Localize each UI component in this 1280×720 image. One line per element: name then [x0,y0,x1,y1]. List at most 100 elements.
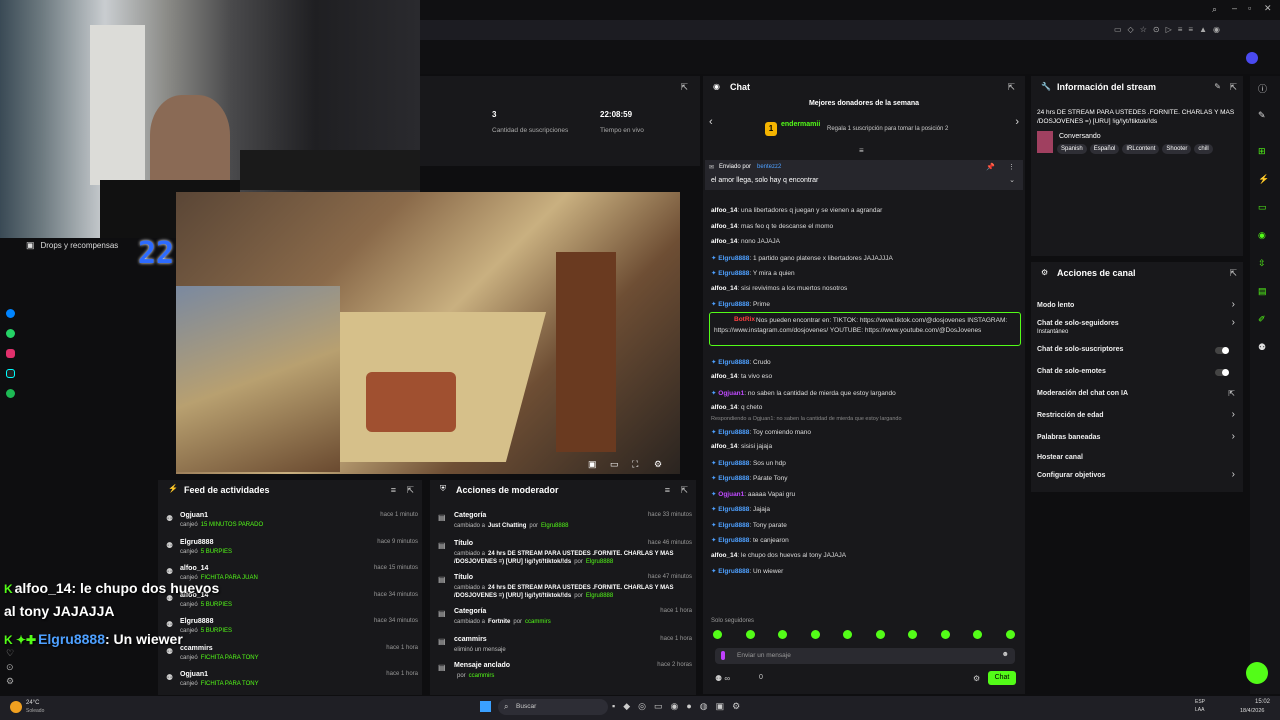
feed-user[interactable]: ccammirs [180,645,213,652]
emoji-icon[interactable]: ☻ [1002,651,1009,658]
emote-icon[interactable] [810,630,820,639]
send-chat-button[interactable]: Chat [988,671,1016,685]
wrench-icon[interactable]: ✎ [1258,110,1266,121]
channel-action-item[interactable]: Restricción de edad › [1031,409,1243,424]
list-icon[interactable]: ▤ [1258,286,1267,297]
users-icon[interactable]: ⚉ [1258,342,1266,353]
chat-username[interactable]: Ogjuan1 [718,491,744,498]
chat-username[interactable]: alfoo_14 [711,443,737,450]
chat-username[interactable]: Elgru8888 [718,429,749,436]
unpin-icon[interactable]: 📌 [986,163,995,171]
chat-username[interactable]: Ogjuan1 [718,390,744,397]
stream-tag[interactable]: IRLcontent [1122,144,1160,154]
category-name[interactable]: Conversando [1059,133,1101,140]
info-icon[interactable]: ⓘ [1258,82,1267,95]
toggle-switch[interactable] [1215,347,1229,354]
pencil-icon[interactable]: ✐ [1258,314,1266,325]
emote-icon[interactable] [875,630,885,639]
expand-icon[interactable]: ⊞ [1258,146,1266,157]
chat-username[interactable]: Elgru8888 [718,270,749,277]
emote-icon[interactable] [1005,630,1015,639]
prev-arrow-icon[interactable]: ‹ [709,116,713,128]
chat-username[interactable]: Elgru8888 [718,568,749,575]
chat-username[interactable]: alfoo_14 [711,373,737,380]
windows-start-icon[interactable] [480,701,491,712]
chat-username[interactable]: alfoo_14 [711,238,737,245]
chat-username[interactable]: Elgru8888 [718,301,749,308]
emote-icon[interactable] [908,630,917,639]
card-icon[interactable]: ▭ [1258,202,1267,213]
chat-input[interactable]: Enviar un mensaje ☻ [715,648,1015,664]
feed-user[interactable]: Elgru8888 [180,539,213,546]
sliders-icon[interactable]: ⇳ [1258,258,1266,269]
filter-icon[interactable]: ≡ [391,485,396,495]
emote-icon[interactable] [745,630,755,639]
kick-fab-button[interactable] [1246,662,1268,684]
pinned-apps[interactable]: ▪◆◎▭◉●◍▣⚙ [612,701,748,712]
chat-username[interactable]: alfoo_14 [711,285,737,292]
emote-icon[interactable] [713,630,722,639]
chat-username[interactable]: Elgru8888 [718,359,749,366]
chat-username[interactable]: Elgru8888 [718,255,749,262]
bolt-icon[interactable]: ⚡ [1258,174,1269,185]
channel-action-item[interactable]: Chat de solo-emotes [1031,366,1243,380]
whatsapp-icon[interactable] [6,329,15,338]
chat-username[interactable]: alfoo_14 [711,404,737,411]
chat-username[interactable]: alfoo_14 [711,207,737,214]
channel-action-item[interactable]: Moderación del chat con IA ⇱ [1031,388,1243,402]
feed-user[interactable]: Ogjuan1 [180,671,208,678]
next-arrow-icon[interactable]: › [1015,116,1019,128]
collapse-icon[interactable]: ≡ [859,146,864,155]
stream-tag[interactable]: chill [1194,144,1213,154]
channel-action-item[interactable]: Hostear canal [1031,452,1243,466]
more-icon[interactable]: ⋮ [1008,163,1015,171]
expand-icon[interactable]: ⇱ [1229,268,1237,279]
chat-username[interactable]: Elgru8888 [718,460,749,467]
theater-icon[interactable]: ▭ [610,459,619,470]
search-icon[interactable]: ⌕ [1212,4,1217,15]
expand-icon[interactable]: ⇱ [1007,82,1015,93]
toggle-switch[interactable] [1215,369,1229,376]
settings-icon[interactable]: ⚙ [654,459,662,470]
stream-tag[interactable]: Spanish [1057,144,1087,154]
minimize-icon[interactable]: – [1232,3,1237,13]
expand-icon[interactable]: ⇱ [1229,82,1237,93]
browser-address-bar[interactable]: ▭◇☆⊙▷≡≡▲◉ [420,20,1280,40]
edit-icon[interactable]: ✎ [1214,82,1221,91]
channel-action-item[interactable]: Configurar objetivos › [1031,469,1243,484]
weather-icon[interactable] [10,701,22,713]
chevron-down-icon[interactable]: ⌄ [1009,176,1015,184]
channel-action-item[interactable]: Chat de solo-seguidores Instantáneo › [1031,317,1243,335]
chat-username[interactable]: Elgru8888 [718,537,749,544]
drops-rewards[interactable]: ▣ Drops y recompensas [26,240,156,262]
filter-icon[interactable]: ≡ [665,485,670,495]
chat-username[interactable]: Elgru8888 [718,522,749,529]
emote-icon[interactable] [940,630,950,639]
expand-icon[interactable]: ⇱ [406,485,414,496]
emote-icon[interactable] [778,630,787,639]
pip-icon[interactable]: ▣ [588,459,597,470]
chat-username[interactable]: Elgru8888 [718,506,749,513]
avatar[interactable] [1246,52,1258,64]
tiktok-icon[interactable] [6,369,15,378]
stream-tag[interactable]: Español [1089,144,1120,154]
channel-action-item[interactable]: Palabras baneadas › [1031,431,1243,446]
instagram-icon[interactable] [6,349,15,358]
emote-icon[interactable] [843,630,852,639]
users-icon[interactable]: ⚉ ∞ [715,674,730,683]
donor-name[interactable]: endermamii [781,121,820,128]
chat-username[interactable]: alfoo_14 [711,552,737,559]
gear-icon[interactable]: ⚙ [973,674,980,683]
messenger-icon[interactable] [6,309,15,318]
chat-username[interactable]: Elgru8888 [718,475,749,482]
feed-user[interactable]: alfoo_14 [180,565,208,572]
feed-user[interactable]: Elgru8888 [180,618,213,625]
stream-tag[interactable]: Shooter [1162,144,1192,154]
maximize-icon[interactable]: ▫ [1248,3,1251,13]
feed-user[interactable]: Ogjuan1 [180,512,208,519]
fullscreen-icon[interactable]: ⛶ [632,459,638,470]
close-icon[interactable]: ✕ [1264,3,1272,14]
spotify-icon[interactable] [6,389,15,398]
taskbar-search[interactable]: ⌕ Buscar [498,699,608,715]
expand-icon[interactable]: ⇱ [680,82,688,93]
